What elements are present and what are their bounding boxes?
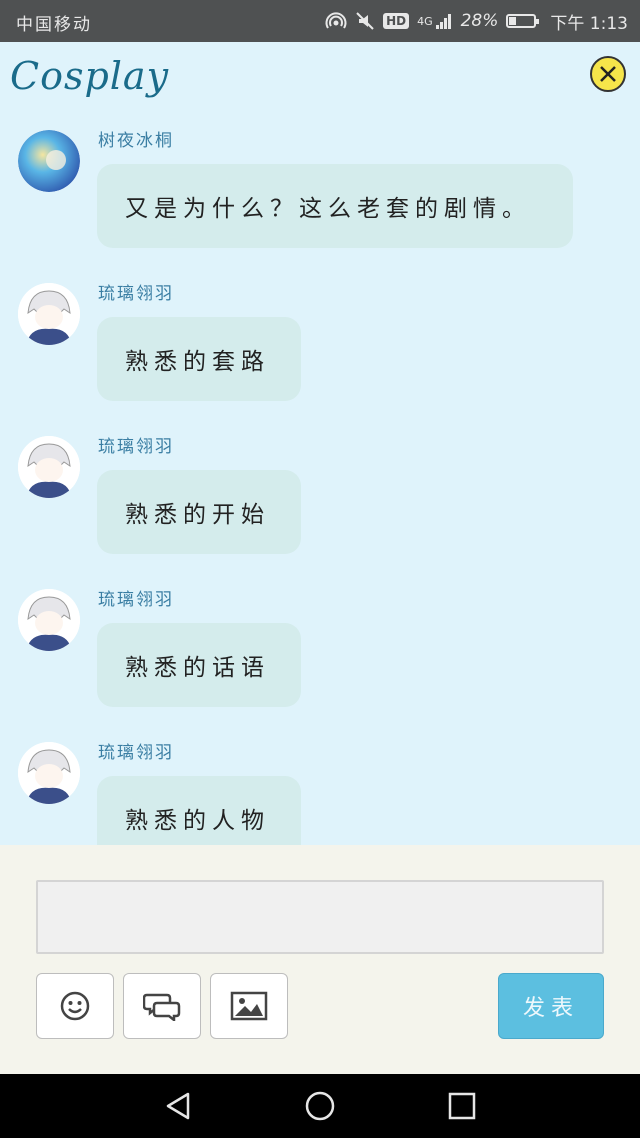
close-button[interactable] xyxy=(590,56,626,92)
sender-name: 树夜冰桐 xyxy=(98,131,174,151)
back-triangle-icon xyxy=(166,1092,190,1120)
message-bubble: 熟悉的话语 xyxy=(97,623,301,707)
white-hair-anime-avatar-icon xyxy=(18,742,80,804)
sender-name: 琉璃翎羽 xyxy=(98,437,174,457)
home-button[interactable] xyxy=(304,1090,336,1122)
mute-icon xyxy=(356,12,374,30)
avatar[interactable] xyxy=(18,436,80,498)
recents-button[interactable] xyxy=(446,1090,478,1122)
battery-icon xyxy=(506,14,540,28)
avatar[interactable] xyxy=(18,130,80,192)
message-bubble: 熟悉的套路 xyxy=(97,317,301,401)
system-nav-bar xyxy=(0,1074,640,1138)
status-icons: HD 4G 28% 下午 1:13 xyxy=(325,8,628,34)
message-bubble: 熟悉的开始 xyxy=(97,470,301,554)
close-x-icon xyxy=(600,66,616,82)
page-title: Cosplay xyxy=(10,54,170,98)
image-button[interactable] xyxy=(210,973,288,1039)
recents-square-icon xyxy=(448,1092,476,1120)
app-header: Cosplay xyxy=(0,42,640,112)
clock: 下午 1:13 xyxy=(550,13,628,34)
emoji-button[interactable] xyxy=(36,973,114,1039)
signal-icon xyxy=(435,14,451,29)
network-type: 4G xyxy=(417,14,433,28)
avatar[interactable] xyxy=(18,742,80,804)
back-button[interactable] xyxy=(162,1090,194,1122)
image-icon xyxy=(230,991,268,1021)
hotspot-icon xyxy=(325,12,347,29)
smiley-icon xyxy=(60,991,90,1021)
hd-badge: HD xyxy=(383,13,410,29)
chat-list[interactable]: 树夜冰桐 又是为什么？这么老套的剧情。 琉璃翎羽 熟悉的套路 琉璃翎羽 熟悉的开… xyxy=(0,112,640,845)
send-button[interactable]: 发表 xyxy=(498,973,604,1039)
avatar[interactable] xyxy=(18,283,80,345)
message-bubble: 熟悉的人物 xyxy=(97,776,301,845)
quote-button[interactable] xyxy=(123,973,201,1039)
composer: 发表 xyxy=(0,845,640,1074)
battery-percent: 28% xyxy=(460,11,499,31)
avatar[interactable] xyxy=(18,589,80,651)
blue-watercolor-avatar-icon xyxy=(18,130,80,192)
white-hair-anime-avatar-icon xyxy=(18,436,80,498)
message-bubble: 又是为什么？这么老套的剧情。 xyxy=(97,164,573,248)
white-hair-anime-avatar-icon xyxy=(18,589,80,651)
sender-name: 琉璃翎羽 xyxy=(98,743,174,763)
status-bar: 中国移动 HD 4G 28% 下午 1:13 xyxy=(0,0,640,42)
chat-bubbles-icon xyxy=(143,993,181,1021)
white-hair-anime-avatar-icon xyxy=(18,283,80,345)
carrier-name: 中国移动 xyxy=(16,15,92,35)
message-input[interactable] xyxy=(36,880,604,954)
sender-name: 琉璃翎羽 xyxy=(98,284,174,304)
home-circle-icon xyxy=(305,1091,335,1121)
sender-name: 琉璃翎羽 xyxy=(98,590,174,610)
